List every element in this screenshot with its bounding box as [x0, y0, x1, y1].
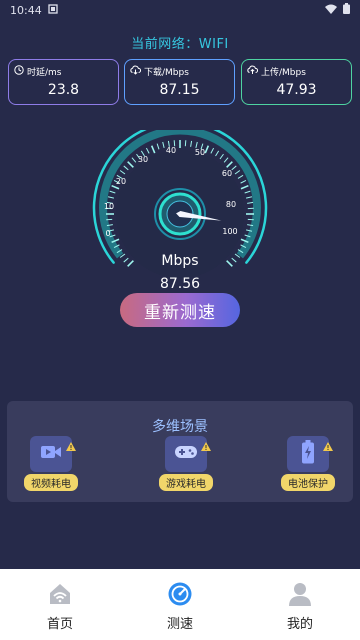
clock-icon: [14, 65, 24, 78]
battery-status-icon: [343, 3, 350, 17]
gauge-tick: [195, 141, 198, 148]
gauge-tick: [244, 190, 251, 194]
status-right: [325, 3, 350, 17]
notification-icon: [48, 3, 58, 17]
gamepad-icon: [174, 444, 198, 464]
gauge-tick: [107, 196, 114, 199]
scene-video-label: 视频耗电: [24, 474, 78, 491]
gauge-tick-label: 0: [105, 229, 110, 238]
gauge-tick-label: 30: [138, 155, 148, 164]
gauge-tick: [150, 145, 156, 154]
upload-value: 47.93: [276, 82, 317, 98]
gauge-tick-label: 20: [116, 177, 126, 186]
gauge-tick-label: 40: [166, 146, 176, 155]
video-icon: [40, 443, 62, 465]
gauge-tick: [111, 184, 120, 190]
scene-game[interactable]: 游戏耗电: [159, 436, 215, 492]
gauge-tick: [204, 145, 210, 154]
status-left: 10:44: [10, 4, 58, 17]
gauge-tick: [109, 190, 116, 194]
gauge-tick: [156, 143, 160, 150]
upload-label: 上传/Mbps: [261, 68, 306, 78]
warning-icon: [201, 436, 211, 455]
current-network-label: 当前网络：WIFI: [131, 37, 229, 52]
cloud-upload-icon: [247, 65, 259, 78]
gauge-tick: [131, 157, 137, 163]
status-time: 10:44: [10, 3, 42, 17]
warning-icon: [323, 436, 333, 455]
gauge-tick: [119, 170, 126, 175]
gauge-tick: [162, 141, 165, 148]
home-wifi-icon: [47, 581, 73, 607]
gauge-tick: [240, 184, 249, 190]
gauge-tick: [127, 161, 134, 168]
gauge-tick-label: 60: [222, 169, 232, 178]
latency-card-head: 时延/ms: [14, 65, 62, 78]
nav-item-home[interactable]: 首页: [0, 569, 120, 640]
status-bar: 10:44: [0, 0, 360, 20]
gauge-tick: [219, 153, 224, 160]
scene-video[interactable]: 视频耗电: [24, 436, 80, 492]
gauge-tick-label: 100: [222, 227, 237, 236]
speedometer-icon: [167, 581, 193, 607]
gauge-tick: [145, 147, 150, 154]
upload-card: 上传/Mbps 47.93: [241, 59, 352, 105]
cloud-download-icon: [130, 65, 142, 78]
speed-value: 87.56: [159, 276, 201, 292]
gauge-tick-label: 80: [226, 200, 236, 209]
download-label: 下载/Mbps: [144, 68, 189, 78]
battery-icon: [301, 440, 315, 468]
scene-battery[interactable]: 电池保护: [281, 436, 337, 492]
gauge-tick: [190, 140, 193, 147]
gauge-tick: [237, 174, 244, 179]
nav-label-home: 首页: [46, 617, 73, 632]
gauge-tick-label: 50: [195, 148, 205, 157]
scene-battery-label: 电池保护: [281, 474, 335, 491]
gauge-tick: [234, 170, 241, 175]
gauge-tick: [226, 161, 233, 168]
download-value: 87.15: [159, 82, 200, 98]
latency-label: 时延/ms: [27, 68, 62, 78]
speed-unit: Mbps: [161, 253, 199, 269]
warning-icon: [66, 436, 76, 455]
download-card-head: 下载/Mbps: [130, 65, 189, 78]
nav-label-speedtest: 测速: [166, 617, 193, 632]
nav-item-speedtest[interactable]: 测速: [120, 569, 240, 640]
latency-card: 时延/ms 23.8: [8, 59, 119, 105]
download-card: 下载/Mbps 87.15: [124, 59, 235, 105]
upload-card-head: 上传/Mbps: [247, 65, 306, 78]
nav-label-profile: 我的: [286, 617, 313, 632]
latency-value: 23.8: [47, 82, 80, 98]
gauge-tick-label: 10: [104, 202, 114, 211]
nav-item-profile[interactable]: 我的: [240, 569, 360, 640]
wifi-status-icon: [325, 4, 337, 17]
gauge-tick: [223, 157, 229, 163]
scene-game-label: 游戏耗电: [159, 474, 213, 491]
gauge-tick: [210, 147, 215, 154]
scenes-title: 多维场景: [152, 419, 208, 435]
bottom-navigation: 首页 测速 我的: [0, 569, 360, 640]
user-icon: [287, 581, 313, 607]
gauge-tick: [231, 165, 237, 171]
gauge-tick: [246, 196, 253, 199]
gauge-tick: [123, 165, 129, 171]
gauge-tick: [215, 150, 220, 157]
gauge-tick: [247, 201, 254, 204]
scenes-panel: 多维场景 视频耗电 游戏耗电 电池保护: [7, 401, 353, 502]
retest-button[interactable]: 重新测速: [120, 293, 240, 327]
gauge-tick: [240, 179, 247, 184]
